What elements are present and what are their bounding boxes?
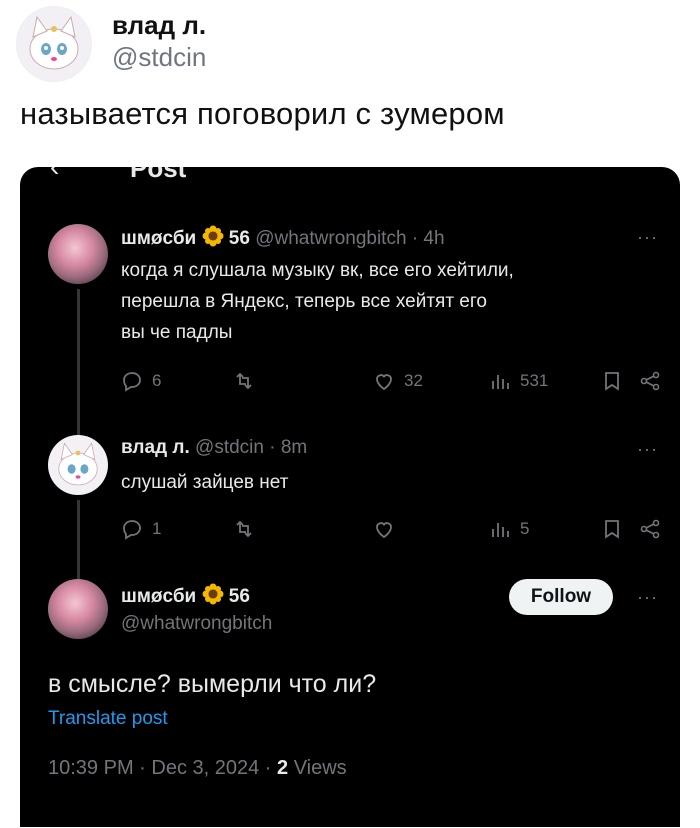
tweet-header: влад л. @stdcin · 8m (121, 437, 307, 459)
page-title: Post (130, 167, 187, 183)
views-count: 5 (520, 519, 530, 538)
like-button[interactable] (372, 517, 396, 541)
repost-icon (236, 372, 252, 390)
timestamp[interactable]: 8m (281, 437, 307, 458)
author-handle[interactable]: @stdcin (112, 40, 206, 74)
share-button[interactable] (638, 369, 662, 393)
reply-count: 6 (152, 371, 162, 390)
action-bar: 1 5 (120, 517, 660, 547)
repost-button[interactable] (232, 369, 256, 393)
thread-line (77, 289, 80, 444)
cat-avatar-icon (29, 15, 79, 70)
separator: · (411, 228, 419, 249)
bookmark-icon (605, 372, 619, 391)
bookmark-icon (605, 520, 619, 539)
author-name[interactable]: шмøсби (121, 228, 196, 249)
tweet-text: называется поговорил с зумером (20, 96, 505, 131)
author-handle[interactable]: @stdcin (195, 437, 264, 458)
repost-button[interactable] (232, 517, 256, 541)
tweet-header: шмøсби 56 @whatwrongbitch · 4h (121, 225, 445, 253)
follow-button[interactable]: Follow (509, 579, 613, 615)
reply-count: 1 (152, 519, 162, 538)
more-options-icon[interactable]: ··· (637, 227, 658, 248)
heart-icon (376, 522, 392, 539)
timestamp[interactable]: 4h (423, 228, 444, 249)
share-icon (640, 371, 660, 391)
views-icon (492, 523, 509, 537)
tweet-header: шмøсби 56 (121, 583, 250, 611)
views-count: 531 (520, 371, 549, 390)
outer-tweet-header: влад л. @stdcin (16, 6, 206, 82)
avatar[interactable] (48, 435, 108, 495)
avatar[interactable] (48, 224, 108, 284)
views-icon (492, 375, 509, 389)
translate-link[interactable]: Translate post (48, 708, 168, 730)
sunflower-icon (202, 225, 224, 253)
tweet-line: вы че падлы (121, 322, 233, 343)
cat-avatar-icon (58, 442, 98, 486)
author-name[interactable]: влад л. (112, 10, 206, 40)
author-name[interactable]: влад л. (121, 437, 190, 458)
reply-button[interactable]: 6 (120, 369, 161, 393)
share-icon (640, 519, 660, 539)
badge-count: 56 (228, 586, 250, 607)
author-handle[interactable]: @whatwrongbitch (255, 228, 406, 249)
tweet-text: в смысле? вымерли что ли? (48, 670, 377, 698)
avatar[interactable] (16, 6, 92, 82)
more-options-icon[interactable]: ··· (637, 587, 658, 608)
action-bar: 6 32 531 (120, 369, 660, 399)
views-button[interactable]: 531 (488, 369, 548, 393)
tweet-text: когда я слушала музыку вк, все его хейти… (121, 255, 514, 348)
views-button[interactable]: 5 (488, 517, 529, 541)
bookmark-button[interactable] (600, 369, 624, 393)
tweet-line: когда я слушала музыку вк, все его хейти… (121, 260, 514, 281)
reply-icon (123, 372, 141, 392)
tweet-line: перешла в Яндекс, теперь все хейтят его (121, 291, 487, 312)
bookmark-button[interactable] (600, 517, 624, 541)
back-arrow-icon[interactable]: ‹ (50, 167, 59, 183)
reply-icon (123, 520, 141, 540)
avatar[interactable] (48, 579, 108, 639)
author-name[interactable]: шмøсби (121, 586, 196, 607)
like-count: 32 (404, 371, 423, 390)
sunflower-icon (202, 583, 224, 611)
like-button[interactable]: 32 (372, 369, 423, 393)
tweet-text: слушай зайцев нет (121, 472, 289, 493)
embedded-screenshot: ‹ Post шмøсби 56 @whatwrongbitch · 4h ··… (20, 167, 680, 827)
timestamp[interactable]: 10:39 PM · Dec 3, 2024 · (48, 757, 277, 779)
heart-icon (376, 374, 392, 391)
views-label: Views (288, 757, 347, 779)
separator: · (269, 437, 276, 458)
author-handle[interactable]: @whatwrongbitch (121, 613, 272, 635)
repost-icon (236, 520, 252, 538)
reply-button[interactable]: 1 (120, 517, 161, 541)
more-options-icon[interactable]: ··· (637, 439, 658, 460)
badge-count: 56 (228, 228, 250, 249)
views-count: 2 (277, 757, 289, 779)
share-button[interactable] (638, 517, 662, 541)
tweet-meta: 10:39 PM · Dec 3, 2024 · 2 Views (48, 757, 347, 780)
